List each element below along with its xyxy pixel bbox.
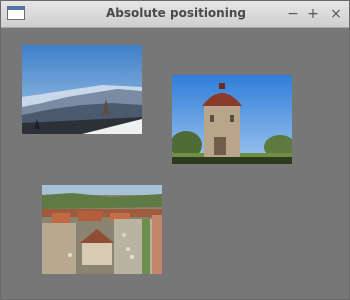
- app-window: Absolute positioning − + ×: [0, 0, 350, 300]
- landscape-photo: [22, 45, 142, 134]
- title-bar[interactable]: Absolute positioning − + ×: [1, 1, 349, 28]
- minimize-icon[interactable]: −: [284, 5, 302, 23]
- close-icon[interactable]: ×: [327, 5, 345, 23]
- rotunda-photo: [172, 75, 292, 164]
- maximize-icon[interactable]: +: [304, 5, 322, 23]
- town-square-photo: [42, 185, 162, 274]
